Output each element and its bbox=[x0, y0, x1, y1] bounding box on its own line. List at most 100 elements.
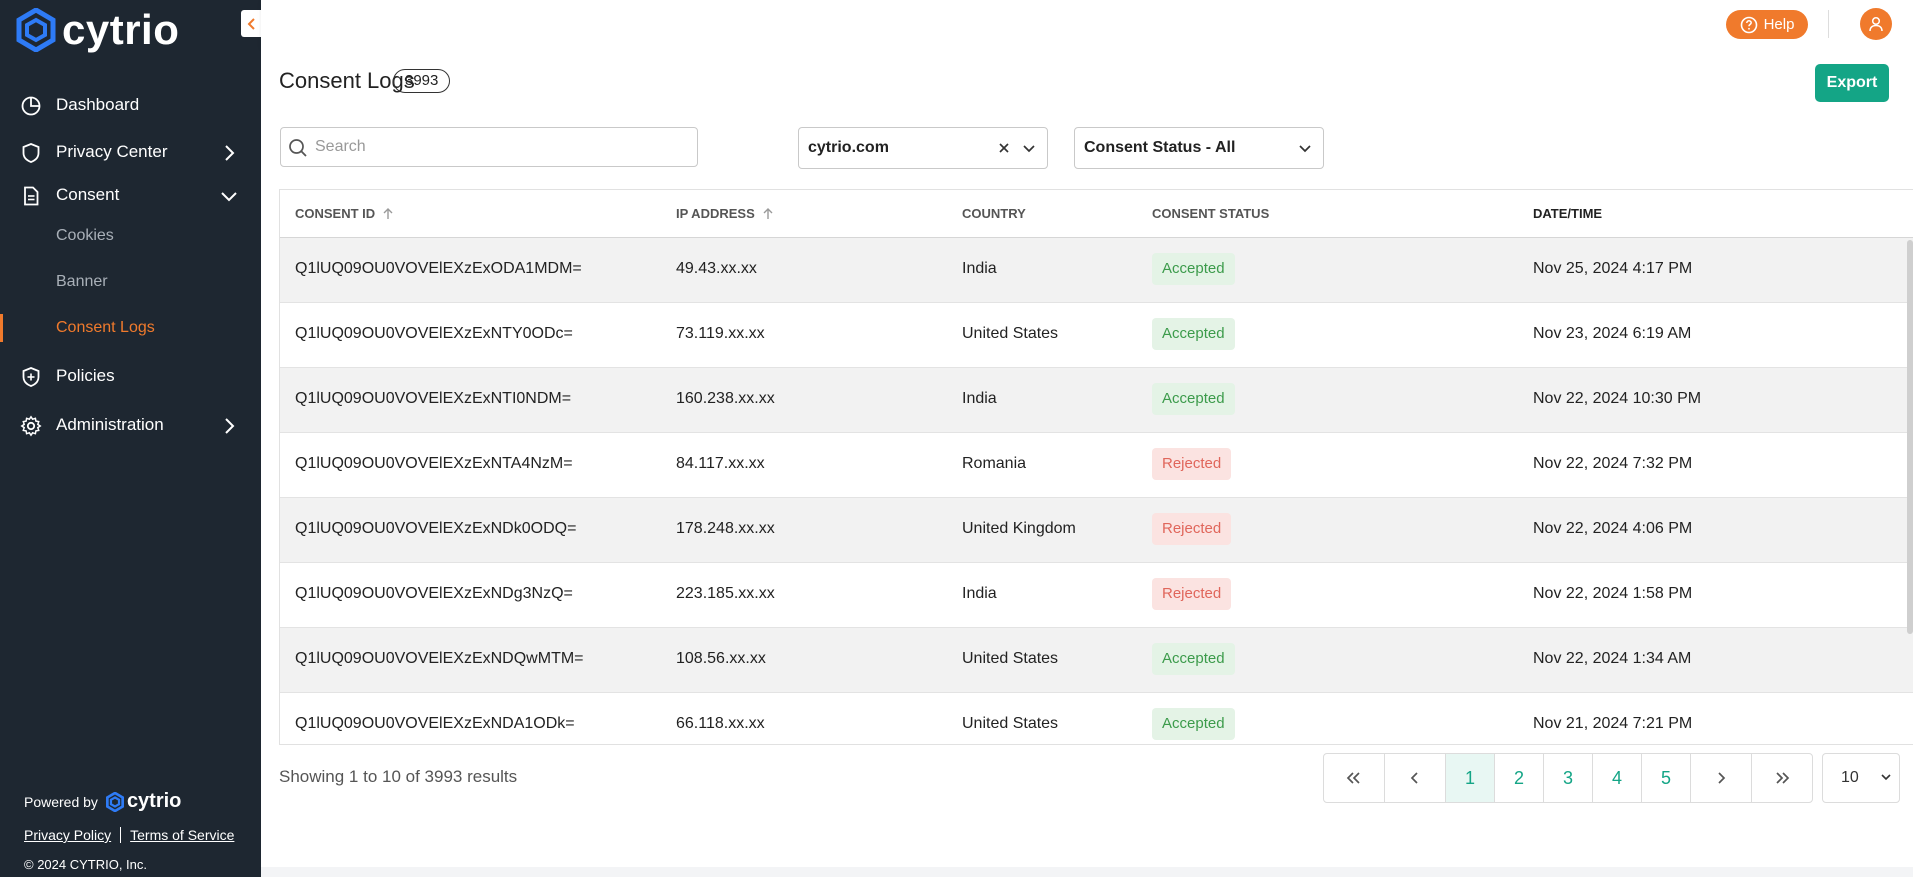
first-page-button[interactable] bbox=[1324, 754, 1385, 802]
sidebar-item-label: Dashboard bbox=[56, 95, 140, 114]
sidebar-item-dashboard[interactable]: Dashboard bbox=[0, 85, 261, 125]
question-circle-icon bbox=[1740, 16, 1757, 33]
sidebar-item-label: Consent bbox=[56, 185, 120, 204]
search-box[interactable] bbox=[280, 127, 698, 167]
cell-country: Romania bbox=[962, 455, 1027, 472]
chevron-right-icon bbox=[225, 145, 235, 161]
copyright: © 2024 CYTRIO, Inc. bbox=[24, 857, 148, 872]
table-scrollbar[interactable] bbox=[1907, 240, 1913, 634]
rows-per-page-select[interactable]: 10 bbox=[1822, 753, 1900, 803]
domain-select[interactable]: cytrio.com bbox=[798, 127, 1048, 169]
previous-page-button[interactable] bbox=[1385, 754, 1446, 802]
page-button-2[interactable]: 2 bbox=[1495, 754, 1544, 802]
status-badge: Accepted bbox=[1152, 383, 1235, 415]
table-row[interactable]: Q1lUQ09OU0VOVElEXzExODA1MDM= 49.43.xx.xx… bbox=[280, 238, 1913, 303]
cell-ip-address: 84.117.xx.xx bbox=[676, 455, 765, 472]
column-header-consent-id[interactable]: CONSENT ID bbox=[295, 206, 395, 221]
cytrio-logo-icon bbox=[105, 791, 124, 812]
column-header-label: CONSENT STATUS bbox=[1152, 206, 1270, 221]
shield-icon bbox=[22, 143, 40, 163]
consent-status-select-value: Consent Status - All bbox=[1084, 139, 1236, 156]
cell-ip-address: 66.118.xx.xx bbox=[676, 715, 765, 732]
sidebar-subitem-banner[interactable]: Banner bbox=[0, 264, 261, 300]
brand-name: cytrio bbox=[62, 6, 180, 53]
last-page-button[interactable] bbox=[1752, 754, 1812, 802]
divider bbox=[120, 827, 122, 843]
cell-ip-address: 108.56.xx.xx bbox=[676, 650, 766, 667]
main-content: Consent Logs 3993 Export cytrio.com Cons… bbox=[261, 48, 1913, 877]
cell-consent-id: Q1lUQ09OU0VOVElEXzExNDg3NzQ= bbox=[295, 585, 573, 602]
footer-links: Privacy Policy Terms of Service bbox=[24, 827, 234, 843]
cell-consent-id: Q1lUQ09OU0VOVElEXzExNDA1ODk= bbox=[295, 715, 575, 732]
search-icon bbox=[289, 139, 307, 157]
page-button-5[interactable]: 5 bbox=[1642, 754, 1691, 802]
cell-datetime: Nov 22, 2024 4:06 PM bbox=[1533, 520, 1693, 537]
collapse-sidebar-button[interactable] bbox=[241, 10, 261, 37]
divider bbox=[1828, 10, 1829, 38]
user-icon bbox=[1869, 16, 1883, 32]
results-summary: Showing 1 to 10 of 3993 results bbox=[279, 767, 518, 786]
table-row[interactable]: Q1lUQ09OU0VOVElEXzExNDk0ODQ= 178.248.xx.… bbox=[280, 498, 1913, 563]
cell-consent-id: Q1lUQ09OU0VOVElEXzExNTA4NzM= bbox=[295, 455, 573, 472]
powered-by-label: Powered by bbox=[24, 793, 98, 810]
column-header-label: CONSENT ID bbox=[295, 206, 376, 221]
chevron-down-icon bbox=[1881, 774, 1891, 781]
export-button[interactable]: Export bbox=[1815, 64, 1889, 102]
domain-select-value: cytrio.com bbox=[808, 139, 889, 156]
table-row[interactable]: Q1lUQ09OU0VOVElEXzExNTI0NDM= 160.238.xx.… bbox=[280, 368, 1913, 433]
status-badge: Accepted bbox=[1152, 253, 1235, 285]
status-badge: Accepted bbox=[1152, 318, 1235, 350]
page-button-3[interactable]: 3 bbox=[1544, 754, 1593, 802]
cell-country: United Kingdom bbox=[962, 520, 1076, 537]
brand-logo[interactable]: cytrio bbox=[16, 8, 179, 52]
next-page-button[interactable] bbox=[1691, 754, 1752, 802]
sidebar-item-privacy-center[interactable]: Privacy Center bbox=[0, 132, 261, 172]
sidebar-item-administration[interactable]: Administration bbox=[0, 405, 261, 445]
page-button-4[interactable]: 4 bbox=[1593, 754, 1642, 802]
table-row[interactable]: Q1lUQ09OU0VOVElEXzExNTY0ODc= 73.119.xx.x… bbox=[280, 303, 1913, 368]
column-header-label: IP ADDRESS bbox=[676, 206, 755, 221]
user-avatar[interactable] bbox=[1860, 8, 1892, 40]
double-chevron-right-icon bbox=[1776, 772, 1790, 784]
powered-by: Powered by cytrio bbox=[24, 790, 234, 813]
table-row[interactable]: Q1lUQ09OU0VOVElEXzExNTA4NzM= 84.117.xx.x… bbox=[280, 433, 1913, 498]
page-button-1[interactable]: 1 bbox=[1446, 754, 1495, 802]
table-row[interactable]: Q1lUQ09OU0VOVElEXzExNDA1ODk= 66.118.xx.x… bbox=[280, 693, 1913, 744]
chevron-right-icon bbox=[1718, 772, 1726, 784]
table-row[interactable]: Q1lUQ09OU0VOVElEXzExNDQwMTM= 108.56.xx.x… bbox=[280, 628, 1913, 693]
rows-per-page-value: 10 bbox=[1841, 769, 1859, 786]
search-input[interactable] bbox=[313, 128, 687, 166]
double-chevron-left-icon bbox=[1346, 772, 1360, 784]
sidebar-footer: Powered by cytrio Privacy Policy Terms o… bbox=[24, 790, 234, 872]
shield-plus-icon bbox=[22, 367, 40, 387]
consent-status-select[interactable]: Consent Status - All bbox=[1074, 127, 1324, 169]
cell-country: United States bbox=[962, 325, 1059, 342]
chevron-left-icon bbox=[247, 17, 255, 30]
status-badge: Accepted bbox=[1152, 643, 1235, 675]
cell-datetime: Nov 23, 2024 6:19 AM bbox=[1533, 325, 1692, 342]
clear-icon[interactable] bbox=[995, 139, 1013, 157]
terms-of-service-link[interactable]: Terms of Service bbox=[130, 827, 234, 843]
sidebar-subitem-label: Banner bbox=[56, 273, 108, 290]
cell-datetime: Nov 22, 2024 1:58 PM bbox=[1533, 585, 1693, 602]
chevron-right-icon bbox=[225, 418, 235, 434]
cell-country: India bbox=[962, 390, 997, 407]
column-header-ip-address[interactable]: IP ADDRESS bbox=[676, 206, 775, 221]
privacy-policy-link[interactable]: Privacy Policy bbox=[24, 827, 111, 843]
sidebar-subitem-cookies[interactable]: Cookies bbox=[0, 218, 261, 254]
cell-country: India bbox=[962, 585, 997, 602]
chevron-down-icon bbox=[221, 192, 237, 202]
cell-ip-address: 160.238.xx.xx bbox=[676, 390, 775, 407]
footer-brand-name: cytrio bbox=[126, 790, 182, 812]
document-icon bbox=[24, 186, 39, 206]
sidebar-item-policies[interactable]: Policies bbox=[0, 356, 261, 396]
help-button[interactable]: Help bbox=[1726, 10, 1808, 39]
status-badge: Accepted bbox=[1152, 708, 1235, 740]
cell-ip-address: 178.248.xx.xx bbox=[676, 520, 775, 537]
column-header-label: DATE/TIME bbox=[1533, 206, 1603, 221]
sidebar-subitem-consent-logs[interactable]: Consent Logs bbox=[0, 310, 261, 346]
column-header-datetime: DATE/TIME bbox=[1533, 206, 1602, 221]
cell-consent-id: Q1lUQ09OU0VOVElEXzExNTI0NDM= bbox=[295, 390, 572, 407]
table-row[interactable]: Q1lUQ09OU0VOVElEXzExNDg3NzQ= 223.185.xx.… bbox=[280, 563, 1913, 628]
sidebar-item-consent[interactable]: Consent bbox=[0, 175, 261, 215]
